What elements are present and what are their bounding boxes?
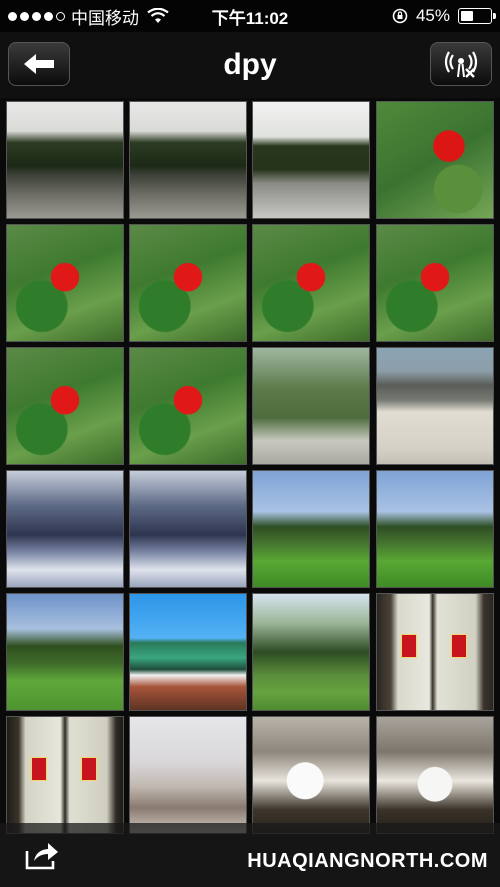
- photo-thumbnail[interactable]: [252, 593, 370, 711]
- photo-thumbnail[interactable]: [6, 347, 124, 465]
- photo-thumbnail[interactable]: [376, 347, 494, 465]
- photo-thumbnail[interactable]: [129, 224, 247, 342]
- battery-fill: [461, 11, 473, 21]
- photo-thumbnail[interactable]: [129, 716, 247, 834]
- rotation-lock-icon: [392, 8, 408, 24]
- carrier-name: 中国移动: [71, 8, 139, 28]
- photo-thumbnail[interactable]: [252, 101, 370, 219]
- navigation-bar: dpy: [0, 32, 500, 98]
- share-icon[interactable]: [24, 841, 60, 871]
- back-arrow-icon: [24, 54, 54, 74]
- battery-icon: [458, 8, 496, 24]
- photo-thumbnail[interactable]: [6, 224, 124, 342]
- battery-percent: 45%: [415, 6, 450, 25]
- photo-thumbnail[interactable]: [376, 101, 494, 219]
- back-button[interactable]: [8, 42, 70, 86]
- wireless-off-icon: [444, 51, 478, 78]
- photo-thumbnail[interactable]: [376, 593, 494, 711]
- photo-thumbnail[interactable]: [6, 101, 124, 219]
- photo-thumbnail[interactable]: [252, 470, 370, 588]
- photo-thumbnail[interactable]: [6, 470, 124, 588]
- photo-thumbnail[interactable]: [6, 593, 124, 711]
- photo-thumbnail[interactable]: [129, 347, 247, 465]
- window-decoration: [401, 634, 417, 658]
- photo-thumbnail[interactable]: [376, 470, 494, 588]
- photo-thumbnail[interactable]: [129, 593, 247, 711]
- photo-thumbnail[interactable]: [129, 470, 247, 588]
- wireless-toggle-button[interactable]: [430, 42, 492, 86]
- signal-strength-icon: [8, 11, 65, 21]
- photo-thumbnail[interactable]: [376, 224, 494, 342]
- window-decoration: [81, 757, 97, 781]
- watermark-text: HUAQIANGNORTH.COM: [247, 850, 488, 872]
- window-decoration: [31, 757, 47, 781]
- photo-thumbnail[interactable]: [252, 224, 370, 342]
- photo-grid: [0, 98, 500, 887]
- photo-thumbnail[interactable]: [252, 347, 370, 465]
- window-decoration: [451, 634, 467, 658]
- photo-thumbnail[interactable]: [252, 716, 370, 834]
- photo-thumbnail[interactable]: [129, 101, 247, 219]
- status-bar: 中国移动 下午11:02 45%: [0, 0, 500, 32]
- photo-thumbnail[interactable]: [376, 716, 494, 834]
- page-title: dpy: [223, 48, 277, 81]
- bottom-toolbar: HUAQIANGNORTH.COM: [0, 823, 500, 887]
- photo-thumbnail[interactable]: [6, 716, 124, 834]
- wifi-icon: [147, 8, 169, 23]
